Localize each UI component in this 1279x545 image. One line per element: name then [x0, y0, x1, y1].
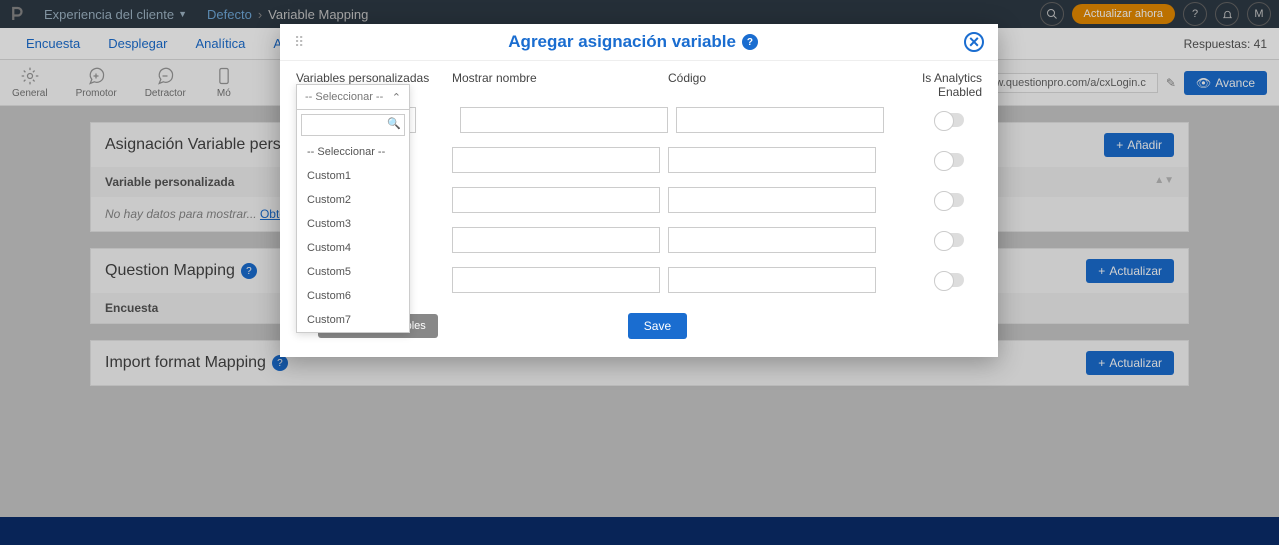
- dropdown-option[interactable]: Custom5: [297, 260, 409, 284]
- select-trigger[interactable]: -- Seleccionar --⌃: [296, 84, 410, 110]
- analytics-toggle[interactable]: [934, 113, 964, 127]
- display-name-input[interactable]: [452, 187, 660, 213]
- analytics-toggle[interactable]: [934, 153, 964, 167]
- dropdown-option[interactable]: Custom7: [297, 308, 409, 332]
- save-button[interactable]: Save: [628, 313, 687, 339]
- code-input[interactable]: [668, 187, 876, 213]
- variable-dropdown: -- Seleccionar --⌃ 🔍 -- Seleccionar --Cu…: [296, 84, 410, 333]
- analytics-toggle[interactable]: [934, 233, 964, 247]
- help-icon[interactable]: ?: [742, 34, 758, 50]
- display-name-input[interactable]: [452, 227, 660, 253]
- code-input[interactable]: [668, 227, 876, 253]
- col-header: Mostrar nombre: [452, 71, 660, 99]
- drag-handle-icon[interactable]: ⠿: [294, 34, 302, 51]
- display-name-input[interactable]: [460, 107, 668, 133]
- dropdown-option[interactable]: Custom1: [297, 164, 409, 188]
- chevron-up-icon: ⌃: [392, 91, 401, 104]
- code-input[interactable]: [668, 267, 876, 293]
- dropdown-option[interactable]: Custom4: [297, 236, 409, 260]
- dropdown-option[interactable]: Custom6: [297, 284, 409, 308]
- code-input[interactable]: [668, 147, 876, 173]
- display-name-input[interactable]: [452, 267, 660, 293]
- dropdown-option[interactable]: -- Seleccionar --: [297, 140, 409, 164]
- close-icon[interactable]: ×: [964, 32, 984, 52]
- analytics-toggle[interactable]: [934, 193, 964, 207]
- col-header: Código: [668, 71, 876, 99]
- dropdown-option[interactable]: Custom3: [297, 212, 409, 236]
- col-header: Is Analytics Enabled: [884, 71, 982, 99]
- modal-title: Agregar asignación variable: [508, 32, 736, 52]
- display-name-input[interactable]: [452, 147, 660, 173]
- analytics-toggle[interactable]: [934, 273, 964, 287]
- code-input[interactable]: [676, 107, 884, 133]
- dropdown-option[interactable]: Custom2: [297, 188, 409, 212]
- search-icon: 🔍: [387, 117, 401, 130]
